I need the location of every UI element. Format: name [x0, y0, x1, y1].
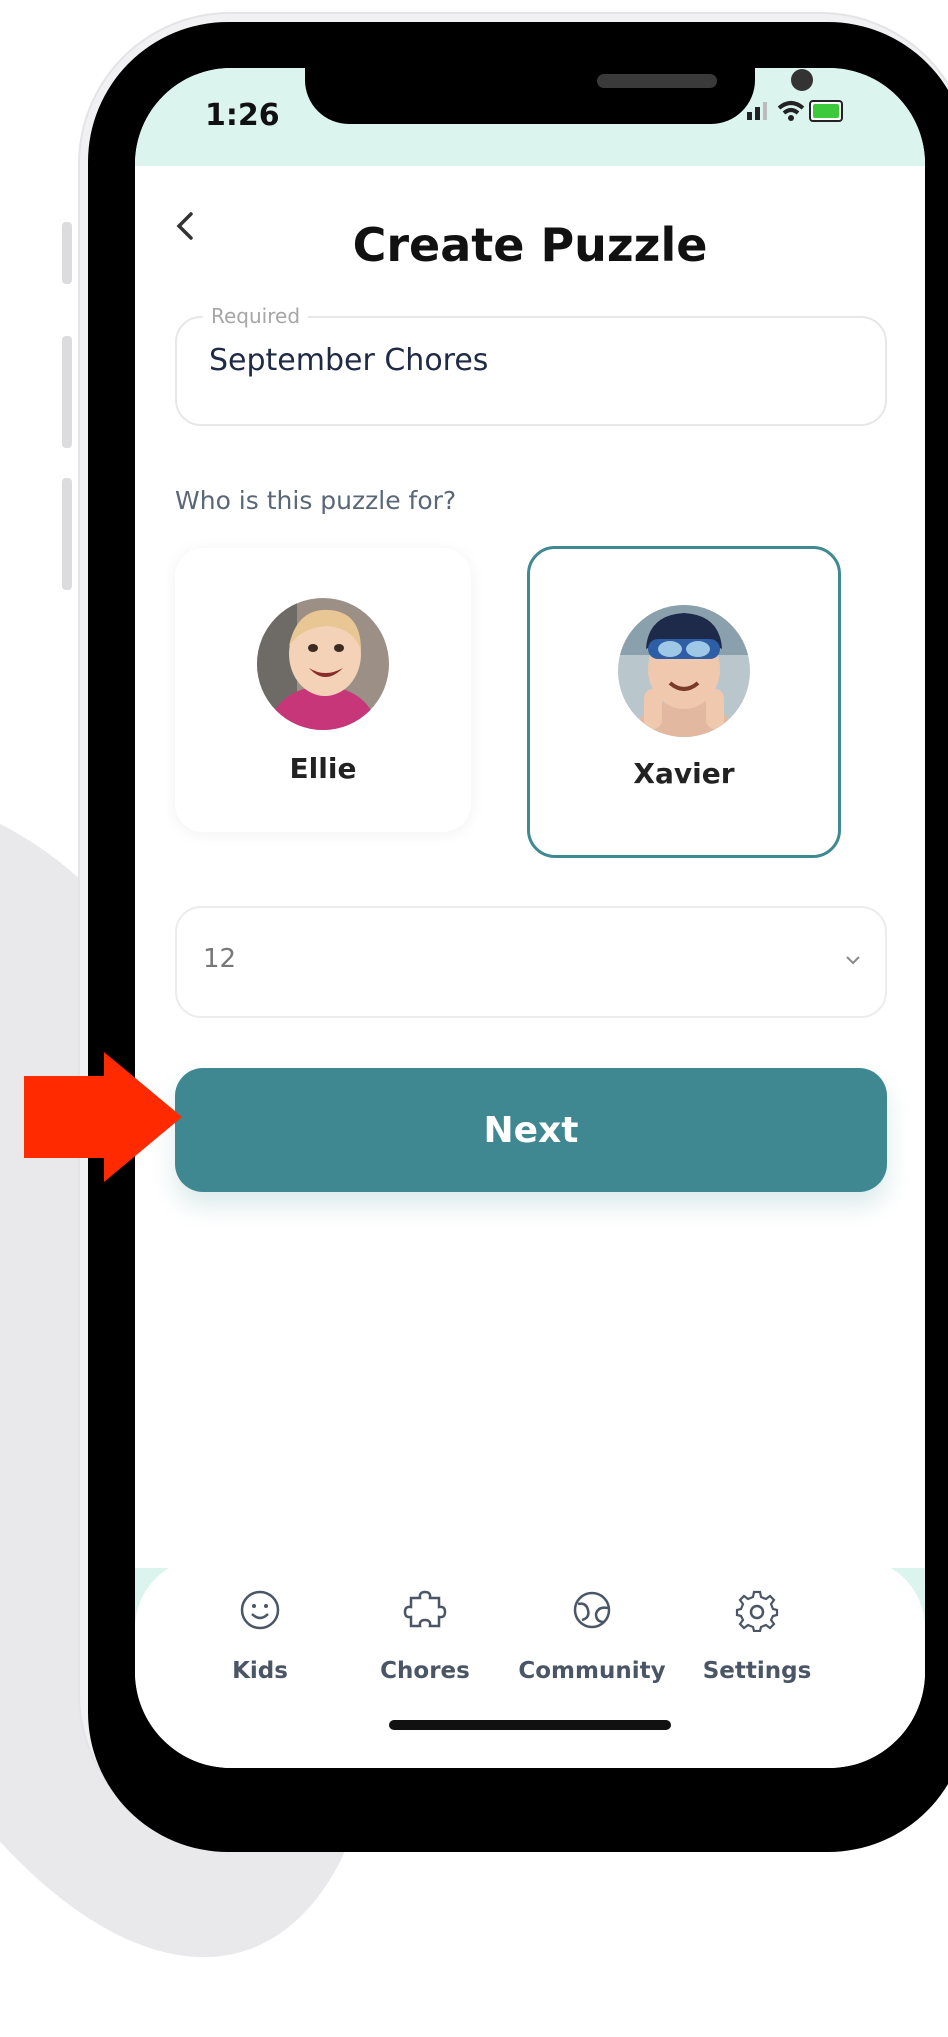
gear-icon	[735, 1590, 779, 1632]
puzzle-name-input[interactable]	[207, 342, 851, 379]
signal-wifi-icon	[747, 101, 805, 121]
page-title: Create Puzzle	[352, 218, 708, 272]
battery-icon	[809, 100, 843, 122]
home-indicator	[389, 1720, 671, 1730]
front-camera	[791, 69, 813, 91]
status-time: 1:26	[205, 98, 280, 133]
avatar	[618, 605, 750, 737]
kid-name: Ellie	[289, 752, 357, 785]
avatar	[257, 598, 389, 730]
notch	[305, 68, 813, 124]
kid-card-xavier[interactable]: Xavier	[527, 546, 841, 858]
red-arrow-icon	[24, 1052, 182, 1182]
mute-switch	[62, 222, 72, 284]
tab-kids[interactable]: Kids	[170, 1588, 350, 1698]
chevron-down-icon	[846, 956, 860, 965]
puzzle-piece-icon	[403, 1590, 447, 1628]
phone-screen: 1:26 Create Puzzle Required Who is this …	[135, 68, 925, 1768]
tab-community[interactable]: Community	[502, 1588, 682, 1698]
volume-down-button	[62, 478, 72, 590]
speaker	[597, 74, 717, 88]
tab-label: Kids	[232, 1658, 288, 1684]
tab-label: Chores	[380, 1658, 470, 1684]
tab-chores[interactable]: Chores	[335, 1588, 515, 1698]
next-button[interactable]: Next	[175, 1068, 887, 1192]
kid-card-ellie[interactable]: Ellie	[175, 548, 471, 832]
kid-name: Xavier	[633, 757, 735, 790]
field-legend: Required	[203, 304, 309, 328]
tab-settings[interactable]: Settings	[667, 1588, 847, 1698]
piece-count-select[interactable]: 12	[175, 906, 887, 1018]
smiley-icon	[240, 1590, 280, 1630]
volume-up-button	[62, 336, 72, 448]
globe-icon	[573, 1591, 611, 1629]
tab-label: Community	[518, 1658, 666, 1684]
nav-header: Create Puzzle	[135, 166, 925, 276]
tab-bar: Kids Chores Community Settings	[135, 1558, 925, 1768]
status-bar: 1:26	[135, 68, 925, 166]
puzzle-name-field[interactable]: Required	[175, 304, 887, 426]
select-value: 12	[203, 944, 237, 974]
kid-question-label: Who is this puzzle for?	[175, 486, 457, 515]
tab-label: Settings	[702, 1658, 812, 1684]
